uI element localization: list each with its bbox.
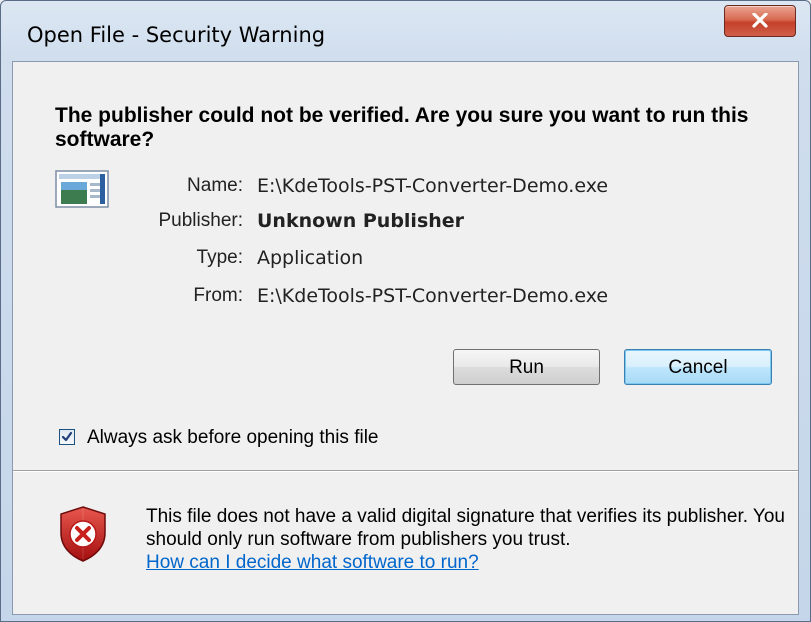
security-shield-icon xyxy=(60,506,106,562)
publisher-value: Unknown Publisher xyxy=(257,210,465,232)
prompt-heading: The publisher could not be verified. Are… xyxy=(55,104,749,151)
always-ask-label[interactable]: Always ask before opening this file xyxy=(87,427,379,449)
close-icon xyxy=(752,13,768,28)
always-ask-checkbox[interactable] xyxy=(59,429,75,445)
title-bar[interactable]: Open File - Security Warning xyxy=(1,1,810,61)
name-label: Name: xyxy=(187,175,243,196)
security-warning-dialog: Open File - Security Warning The publish… xyxy=(0,0,811,622)
from-label: From: xyxy=(193,285,243,306)
help-link[interactable]: How can I decide what software to run? xyxy=(146,551,479,574)
run-button[interactable]: Run xyxy=(453,349,600,385)
from-value: E:\KdeTools-PST-Converter-Demo.exe xyxy=(257,285,609,307)
type-label: Type: xyxy=(196,247,243,268)
close-button[interactable] xyxy=(724,5,796,37)
type-value: Application xyxy=(257,247,364,269)
name-value: E:\KdeTools-PST-Converter-Demo.exe xyxy=(257,175,609,197)
window-title: Open File - Security Warning xyxy=(27,23,326,47)
publisher-label: Publisher: xyxy=(158,210,244,231)
section-divider xyxy=(13,470,798,472)
dialog-body: The publisher could not be verified. Are… xyxy=(12,61,799,615)
checkmark-icon xyxy=(61,431,73,442)
cancel-button[interactable]: Cancel xyxy=(624,349,772,385)
warning-message: This file does not have a valid digital … xyxy=(146,506,785,550)
